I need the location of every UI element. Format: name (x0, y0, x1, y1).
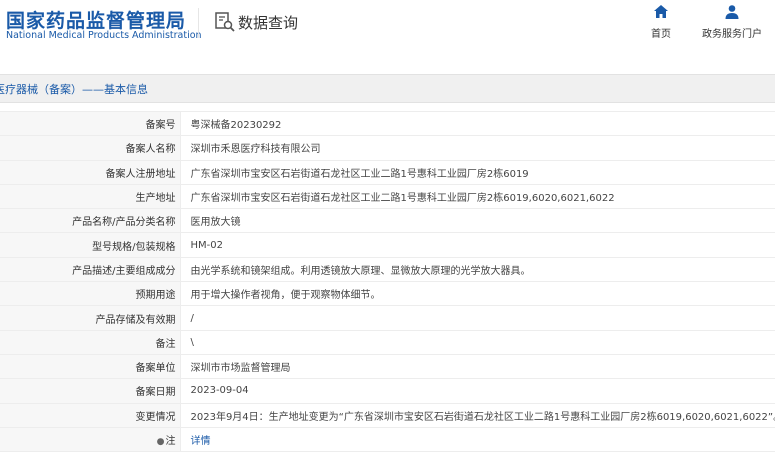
section-title: 医疗器械（备案）——基本信息 (0, 83, 148, 96)
note-label-cell: ●注 (0, 427, 181, 453)
details-link[interactable]: 详情 (191, 436, 211, 447)
row-label: 产品描述/主要组成成分 (0, 257, 181, 283)
table-row: 备案人名称 深圳市禾恩医疗科技有限公司 (0, 135, 775, 161)
home-icon (654, 5, 668, 18)
site-header: 国家药品监督管理局 National Medical Products Admi… (0, 0, 775, 66)
row-value: HM-02 (180, 232, 775, 258)
table-row: 备案单位 深圳市市场监督管理局 (0, 354, 775, 380)
section-header: 医疗器械（备案）——基本信息 (0, 74, 775, 103)
row-label: 变更情况 (0, 403, 181, 428)
row-value: / (180, 305, 775, 331)
row-label: 备案号 (0, 110, 181, 137)
data-query-title: 数据查询 (214, 9, 298, 35)
row-value: 2023-09-04 (180, 378, 775, 404)
logo-subtitle: National Medical Products Administration (6, 30, 202, 41)
row-label: 备案人名称 (0, 135, 181, 161)
search-icon (215, 12, 235, 32)
table-row: 产品描述/主要组成成分 由光学系统和镜架组成。利用透镜放大原理、显微放大原理的光学… (0, 257, 775, 283)
row-value: 医用放大镜 (180, 208, 775, 234)
row-value: 深圳市禾恩医疗科技有限公司 (180, 135, 775, 161)
row-label: 产品名称/产品分类名称 (0, 208, 181, 234)
note-value-cell: 详情 (180, 427, 775, 453)
header-divider (198, 8, 199, 38)
row-label: 生产地址 (0, 184, 181, 210)
row-label: 备案单位 (0, 354, 181, 380)
row-value: 广东省深圳市宝安区石岩街道石龙社区工业二路1号惠科工业园厂房2栋6019,602… (180, 184, 775, 210)
row-value: 2023年9月4日：生产地址变更为“广东省深圳市宝安区石岩街道石龙社区工业二路1… (180, 403, 775, 428)
row-label: 型号规格/包装规格 (0, 232, 181, 258)
nav-service-portal-label: 政务服务门户 (702, 29, 762, 40)
table-row: 产品名称/产品分类名称 医用放大镜 (0, 208, 775, 234)
row-label: 备注 (0, 330, 181, 355)
table-row: 变更情况 2023年9月4日：生产地址变更为“广东省深圳市宝安区石岩街道石龙社区工… (0, 403, 775, 428)
row-label: 产品存储及有效期 (0, 305, 181, 331)
table-row: 型号规格/包装规格 HM-02 (0, 232, 775, 258)
data-query-label: 数据查询 (238, 13, 299, 32)
detail-table: 备案号 粤深械备20230292 备案人名称 深圳市禾恩医疗科技有限公司 备案人注册… (0, 110, 775, 453)
row-value: 粤深械备20230292 (180, 110, 775, 137)
user-icon (725, 5, 739, 19)
table-row: 预期用途 用于增大操作者视角，便于观察物体细节。 (0, 281, 775, 307)
row-label: 预期用途 (0, 281, 181, 307)
table-row: 备案号 粤深械备20230292 (0, 110, 775, 137)
note-row: ●注 详情 (0, 427, 775, 453)
note-label: 注 (165, 436, 176, 447)
table-row: 生产地址 广东省深圳市宝安区石岩街道石龙社区工业二路1号惠科工业园厂房2栋6019… (0, 184, 775, 210)
table-row: 备注 \ (0, 330, 775, 355)
nav-home[interactable]: 首页 (626, 4, 696, 40)
pin-icon: ● (156, 437, 165, 447)
row-value: 深圳市市场监督管理局 (180, 354, 775, 380)
nav-service-portal[interactable]: 政务服务门户 (697, 4, 767, 40)
row-value: 广东省深圳市宝安区石岩街道石龙社区工业二路1号惠科工业园厂房2栋6019 (180, 160, 775, 185)
row-value: 由光学系统和镜架组成。利用透镜放大原理、显微放大原理的光学放大器具。 (180, 257, 775, 283)
row-label: 备案人注册地址 (0, 160, 181, 185)
table-row: 备案日期 2023-09-04 (0, 378, 775, 404)
row-value: \ (180, 330, 775, 355)
table-row: 产品存储及有效期 / (0, 305, 775, 331)
logo-title[interactable]: 国家药品监督管理局 (6, 6, 186, 33)
row-value: 用于增大操作者视角，便于观察物体细节。 (180, 281, 775, 307)
table-row: 备案人注册地址 广东省深圳市宝安区石岩街道石龙社区工业二路1号惠科工业园厂房2栋6… (0, 160, 775, 185)
nav-home-label: 首页 (651, 29, 671, 40)
row-label: 备案日期 (0, 378, 181, 404)
